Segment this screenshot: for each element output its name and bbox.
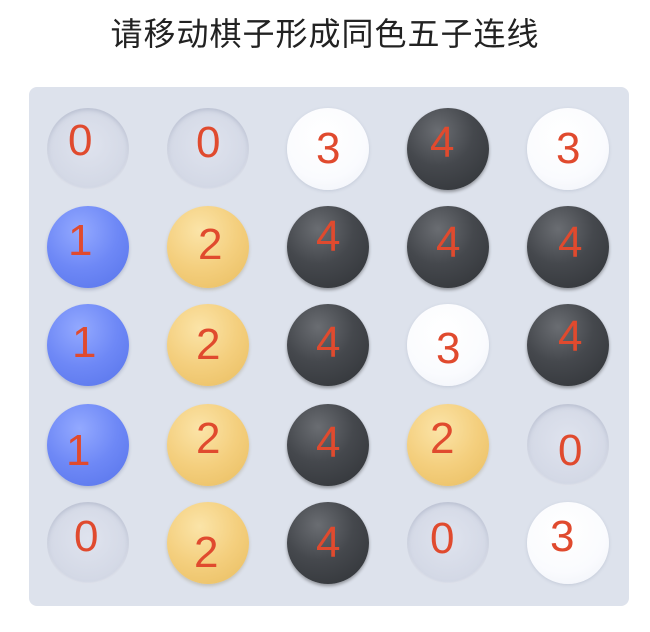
piece-yellow[interactable]: 2 <box>407 404 489 486</box>
piece-black[interactable]: 4 <box>407 206 489 288</box>
game-screen: 请移动棋子形成同色五子连线 0 0 3 4 3 1 2 4 4 4 1 2 4 3 4 1 2 4 2 0 0 2 4 0 3 <box>0 0 650 632</box>
piece-black[interactable]: 4 <box>287 206 369 288</box>
game-board: 0 0 3 4 3 1 2 4 4 4 1 2 4 3 4 1 2 4 2 0 0 2 4 0 3 <box>29 87 629 606</box>
piece-number: 0 <box>74 512 99 561</box>
piece-number: 2 <box>196 320 221 369</box>
piece-number: 4 <box>316 418 341 467</box>
piece-black[interactable]: 4 <box>527 206 609 288</box>
piece-number: 0 <box>558 426 583 475</box>
piece-number: 2 <box>196 414 221 463</box>
piece-number: 2 <box>198 220 223 269</box>
piece-number: 4 <box>558 218 583 267</box>
piece-number: 1 <box>72 318 97 367</box>
piece-number: 4 <box>316 518 341 567</box>
piece-number: 0 <box>196 118 221 167</box>
piece-black[interactable]: 4 <box>527 304 609 386</box>
piece-black[interactable]: 4 <box>287 304 369 386</box>
page-title: 请移动棋子形成同色五子连线 <box>110 15 540 53</box>
piece-white[interactable]: 3 <box>287 108 369 190</box>
piece-white[interactable]: 3 <box>527 502 609 584</box>
piece-black[interactable]: 4 <box>287 404 369 486</box>
piece-number: 4 <box>436 218 461 267</box>
piece-number: 3 <box>550 512 575 561</box>
piece-number: 2 <box>194 528 219 577</box>
piece-yellow[interactable]: 2 <box>167 304 249 386</box>
empty-slot[interactable]: 0 <box>527 404 609 486</box>
piece-number: 3 <box>436 324 461 373</box>
piece-number: 4 <box>316 318 341 367</box>
empty-slot[interactable]: 0 <box>47 108 129 190</box>
empty-slot[interactable]: 0 <box>407 502 489 584</box>
piece-blue[interactable]: 1 <box>47 404 129 486</box>
piece-number: 4 <box>430 118 455 167</box>
piece-number: 3 <box>556 124 581 173</box>
piece-number: 4 <box>558 312 583 361</box>
piece-yellow[interactable]: 2 <box>167 404 249 486</box>
piece-blue[interactable]: 1 <box>47 304 129 386</box>
piece-number: 4 <box>316 212 341 261</box>
piece-white[interactable]: 3 <box>407 304 489 386</box>
piece-black[interactable]: 4 <box>407 108 489 190</box>
piece-yellow[interactable]: 2 <box>167 206 249 288</box>
piece-number: 2 <box>430 414 455 463</box>
empty-slot[interactable]: 0 <box>47 502 129 584</box>
piece-blue[interactable]: 1 <box>47 206 129 288</box>
piece-number: 0 <box>430 514 455 563</box>
piece-black[interactable]: 4 <box>287 502 369 584</box>
piece-number: 1 <box>66 426 91 475</box>
piece-number: 0 <box>68 116 93 165</box>
empty-slot[interactable]: 0 <box>167 108 249 190</box>
piece-white[interactable]: 3 <box>527 108 609 190</box>
piece-number: 3 <box>316 124 341 173</box>
piece-yellow[interactable]: 2 <box>167 502 249 584</box>
piece-number: 1 <box>68 216 93 265</box>
